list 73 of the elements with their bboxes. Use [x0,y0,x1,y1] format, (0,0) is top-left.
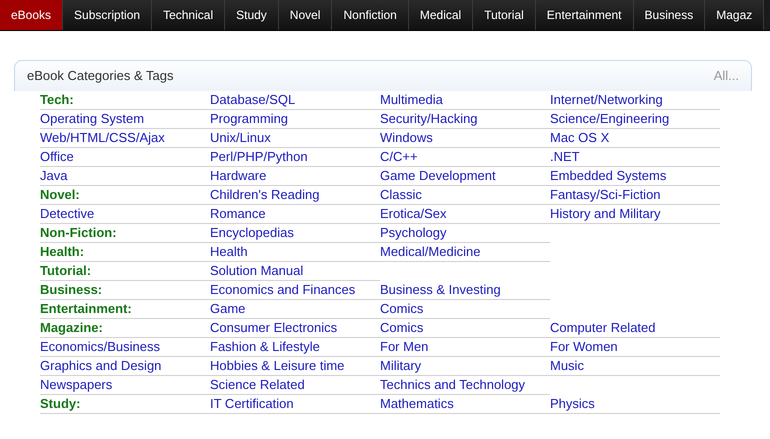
nav-tab[interactable]: Business [634,0,706,30]
category-link[interactable]: Programming [210,109,288,129]
category-link[interactable]: For Women [550,337,618,357]
category-label: Tutorial: [40,262,92,280]
category-link[interactable]: Database/SQL [210,90,296,110]
category-label: Magazine: [40,319,103,338]
category-link[interactable]: For Men [380,337,428,357]
category-link[interactable]: Children's Reading [210,185,320,205]
category-link[interactable]: Unix/Linux [210,128,271,148]
category-link[interactable]: Physics [550,394,595,414]
nav-tab[interactable]: Tutorial [473,0,536,30]
category-link[interactable]: Romance [210,204,266,224]
category-link[interactable]: Music [550,356,584,376]
category-link[interactable]: Consumer Electronics [210,318,338,338]
category-label: Novel: [40,186,80,204]
category-link[interactable]: Health [210,242,248,262]
category-label: Health: [40,243,84,262]
category-link[interactable]: Graphics and Design [40,356,162,376]
category-link[interactable]: Psychology [380,223,446,243]
category-link[interactable]: Office [40,147,74,167]
nav-tab[interactable]: Nonfiction [332,0,409,30]
category-link[interactable]: Java [40,166,68,186]
panel-title: eBook Categories & Tags [27,67,174,86]
category-link[interactable]: Classic [380,185,422,205]
nav-tab[interactable]: Study [225,0,279,30]
category-link[interactable]: Mac OS X [550,128,610,148]
category-link[interactable]: Embedded Systems [550,166,666,186]
category-link[interactable]: Business & Investing [380,280,501,300]
category-link[interactable]: Game Development [380,166,496,186]
category-link[interactable]: Economics/Business [40,337,160,357]
category-link[interactable]: Internet/Networking [550,90,663,110]
category-link[interactable]: History and Military [550,204,661,224]
category-label: Study: [40,395,80,414]
category-link[interactable]: Science Related [210,375,305,395]
category-label: Business: [40,281,102,300]
category-link[interactable]: Perl/PHP/Python [210,147,308,167]
nav-tab[interactable]: Technical [152,0,226,30]
category-label: Tech: [40,91,74,110]
category-link[interactable]: .NET [550,147,580,167]
category-link[interactable]: Operating System [40,109,144,129]
nav-tab[interactable]: Novel [278,0,332,30]
category-link[interactable]: Hobbies & Leisure time [210,356,344,376]
category-link[interactable]: Security/Hacking [380,109,478,129]
category-link[interactable]: Comics [380,318,424,338]
nav-tab[interactable]: Subscription [63,0,152,30]
category-link[interactable]: Detective [40,204,94,224]
category-link[interactable]: Fashion & Lifestyle [210,337,320,357]
category-label: Entertainment: [40,300,132,318]
category-link[interactable]: Web/HTML/CSS/Ajax [40,128,165,148]
category-link[interactable]: Fantasy/Sci-Fiction [550,185,661,205]
category-link[interactable]: Windows [380,128,433,148]
category-link[interactable]: Multimedia [380,90,443,110]
category-link[interactable]: Comics [380,299,424,319]
category-link[interactable]: Encyclopedias [210,223,294,243]
category-link[interactable]: Medical/Medicine [380,242,480,262]
nav-tab[interactable]: Magaz [705,0,764,30]
category-link[interactable]: Solution Manual [210,261,304,281]
category-link[interactable]: Game [210,299,246,319]
category-link[interactable]: Computer Related [550,318,656,338]
category-link[interactable]: Erotica/Sex [380,204,446,224]
category-link[interactable]: Science/Engineering [550,109,670,129]
nav-tab[interactable]: eBooks [0,0,64,30]
nav-tab[interactable]: Entertainment [536,0,634,30]
category-label: Non-Fiction: [40,224,117,242]
category-link[interactable]: Military [380,356,422,376]
nav-tab[interactable]: Medical [408,0,474,30]
category-link[interactable]: IT Certification [210,394,294,414]
category-link[interactable]: Newspapers [40,375,112,395]
category-link[interactable]: C/C++ [380,147,418,167]
category-link[interactable]: Economics and Finances [210,280,356,300]
category-link[interactable]: Mathematics [380,394,454,414]
category-link[interactable]: Hardware [210,166,266,186]
category-link[interactable]: Technics and Technology [380,375,526,395]
